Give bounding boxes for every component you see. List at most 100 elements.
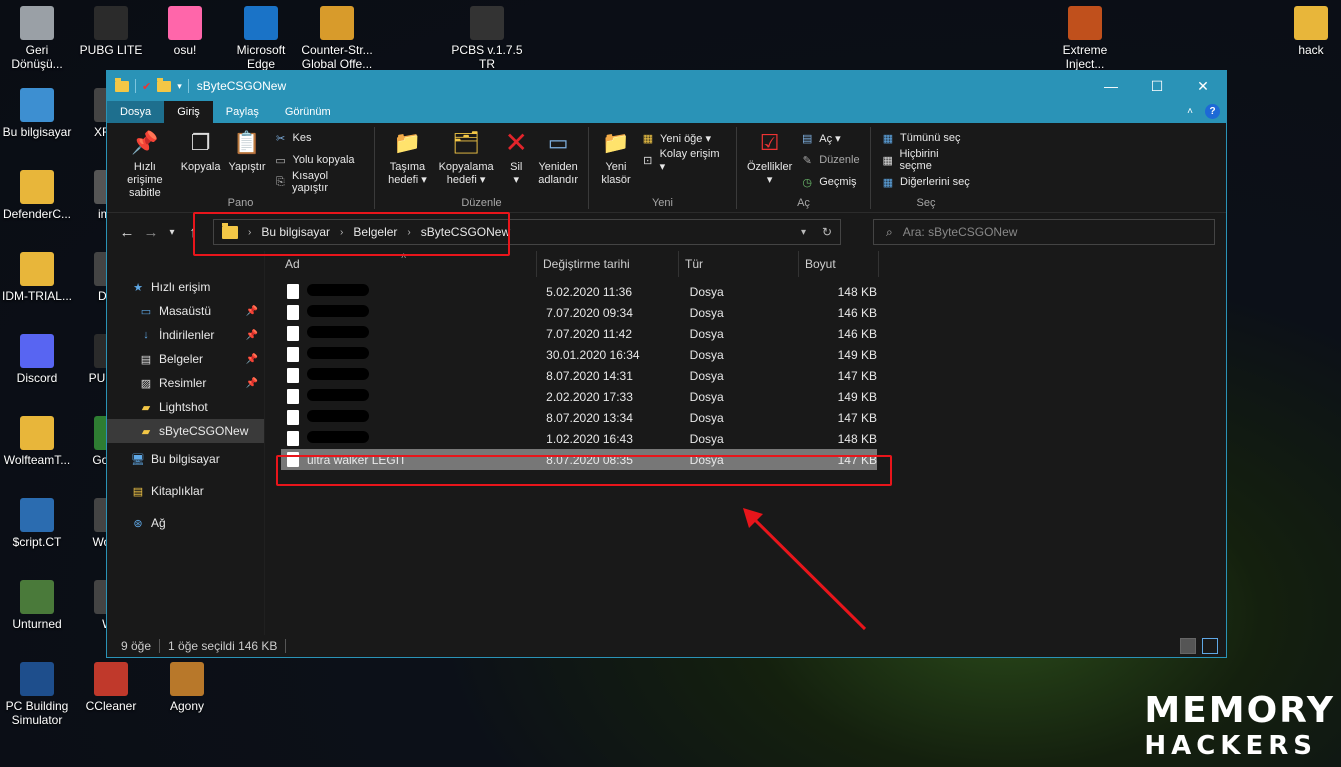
nav-quick-access-label: Hızlı erişim xyxy=(151,280,211,294)
file-row[interactable]: 5.02.2020 11:36 Dosya 148 KB xyxy=(281,281,877,302)
nav-quick-item[interactable]: ▰ Lightshot xyxy=(107,395,264,419)
desktop-osu-shortcut[interactable]: osu! xyxy=(148,0,222,57)
folder-icon xyxy=(20,416,54,450)
forward-arrow-icon[interactable]: → xyxy=(139,224,163,241)
file-row[interactable]: 7.07.2020 09:34 Dosya 146 KB xyxy=(281,302,877,323)
file-date: 2.02.2020 17:33 xyxy=(546,389,633,404)
recycle-bin-icon xyxy=(20,6,54,40)
desktop-folder-shortcut[interactable]: IDM-TRIAL... xyxy=(0,246,74,303)
minimize-button[interactable]: — xyxy=(1088,71,1134,101)
customize-toolbar-icon[interactable]: ▾ xyxy=(177,81,182,92)
desktop-injector-shortcut[interactable]: Extreme Inject... xyxy=(1048,0,1122,71)
back-arrow-icon[interactable]: ← xyxy=(115,224,139,241)
nav-quick-item[interactable]: ▤ Belgeler 📌 xyxy=(107,347,264,371)
file-type: Dosya xyxy=(689,368,724,383)
nav-quick-item[interactable]: ▰ sByteCSGONew xyxy=(107,419,264,443)
new-folder-quick-icon[interactable] xyxy=(157,77,172,92)
desktop-edge-shortcut[interactable]: Microsoft Edge xyxy=(224,0,298,71)
desktop-ccleaner-shortcut[interactable]: CCleaner xyxy=(74,656,148,713)
pc-building-icon xyxy=(20,662,54,696)
file-icon xyxy=(287,284,299,299)
select-none-button[interactable]: ▦ Hiçbirini seçme xyxy=(881,148,971,172)
desktop-pc-building-shortcut[interactable]: PC Building Simulator xyxy=(0,656,74,727)
divider xyxy=(159,639,161,653)
group-label-select: Seç xyxy=(916,197,936,209)
computer-icon xyxy=(20,88,54,122)
agony-icon xyxy=(170,662,204,696)
refresh-icon[interactable]: ↻ xyxy=(822,225,832,239)
nav-quick-item-label: Masaüstü xyxy=(159,304,212,318)
file-row[interactable]: 2.02.2020 17:33 Dosya 149 KB xyxy=(281,386,877,407)
large-icons-view-button[interactable] xyxy=(1202,638,1218,654)
history-button[interactable]: ◷ Geçmiş xyxy=(800,173,859,191)
desktop-agony-shortcut[interactable]: Agony xyxy=(150,656,224,713)
nav-libraries[interactable]: ▤ Kitaplıklar xyxy=(107,479,264,503)
paste-shortcut-button[interactable]: ⎘ Kısayol yapıştır xyxy=(274,170,364,194)
file-row[interactable]: 8.07.2020 13:34 Dosya 147 KB xyxy=(281,407,877,428)
copy-to-label: Kopyalama hedefi ▾ xyxy=(438,161,494,186)
tab-view[interactable]: Görünüm xyxy=(272,101,344,123)
search-box[interactable]: ⌕ Ara: sByteCSGONew xyxy=(873,219,1215,245)
nav-quick-access[interactable]: ★ Hızlı erişim xyxy=(107,275,264,299)
recent-locations-icon[interactable]: ▾ xyxy=(163,227,181,238)
delete-icon: ✕ xyxy=(504,126,528,158)
scissors-icon: ✂ xyxy=(275,132,286,145)
file-row[interactable]: 7.07.2020 11:42 Dosya 146 KB xyxy=(281,323,877,344)
edit-button[interactable]: ✎ Düzenle xyxy=(800,151,860,169)
desktop-recycle-bin-shortcut[interactable]: Geri Dönüşü... xyxy=(0,0,74,71)
desktop-unturned-shortcut[interactable]: Unturned xyxy=(0,574,74,631)
close-button[interactable]: ✕ xyxy=(1180,71,1226,101)
pin-icon[interactable]: 📌 xyxy=(246,378,258,389)
pin-icon[interactable]: 📌 xyxy=(246,306,258,317)
quick-access-toolbar: ✔ ▾ xyxy=(107,77,189,93)
open-button[interactable]: ▤ Aç ▾ xyxy=(800,129,859,147)
column-size[interactable]: Boyut xyxy=(799,251,879,277)
properties-quick-icon[interactable]: ✔ xyxy=(142,80,151,93)
column-date[interactable]: Değiştirme tarihi xyxy=(537,251,679,277)
help-icon[interactable]: ? xyxy=(1205,104,1220,119)
open-label: Aç ▾ xyxy=(819,132,841,145)
copy-path-button[interactable]: ▭ Yolu kopyala xyxy=(274,151,364,169)
invert-selection-button[interactable]: ▦ Diğerlerini seç xyxy=(881,173,971,191)
select-all-button[interactable]: ▦ Tümünü seç xyxy=(881,129,971,147)
desktop-pubg-shortcut[interactable]: PUBG LITE xyxy=(74,0,148,57)
nav-network[interactable]: ⊛ Ağ xyxy=(107,511,264,535)
desktop-folder-shortcut[interactable]: WolfteamT... xyxy=(0,410,74,467)
cut-button[interactable]: ✂ Kes xyxy=(274,129,364,147)
pin-icon[interactable]: 📌 xyxy=(246,330,258,341)
desktop-folder-shortcut[interactable]: hack xyxy=(1274,0,1341,57)
nav-quick-item[interactable]: ▨ Resimler 📌 xyxy=(107,371,264,395)
new-item-button[interactable]: ▦ Yeni öğe ▾ xyxy=(641,129,726,147)
desktop-folder-shortcut[interactable]: DefenderC... xyxy=(0,164,74,221)
file-icon xyxy=(287,431,299,446)
redacted-file-name xyxy=(307,431,546,446)
desktop-icon-label: IDM-TRIAL... xyxy=(1,289,72,303)
watermark-line1: MEMORY xyxy=(1144,690,1335,731)
desktop-csgo-shortcut[interactable]: Counter-Str... Global Offe... xyxy=(300,0,374,71)
tab-share[interactable]: Paylaş xyxy=(213,101,272,123)
tab-file[interactable]: Dosya xyxy=(107,101,165,123)
file-row[interactable]: 30.01.2020 16:34 Dosya 149 KB xyxy=(281,344,877,365)
column-type[interactable]: Tür xyxy=(679,251,799,277)
copy-label: Kopyala xyxy=(180,161,221,173)
desktop-cheat-engine-shortcut[interactable]: $cript.CT xyxy=(0,492,74,549)
nav-quick-item[interactable]: ▭ Masaüstü 📌 xyxy=(107,299,264,323)
maximize-button[interactable]: ☐ xyxy=(1134,71,1180,101)
easy-access-button[interactable]: ⊡ Kolay erişim ▾ xyxy=(641,148,726,173)
file-size: 147 KB xyxy=(837,410,877,425)
details-view-button[interactable] xyxy=(1180,638,1196,654)
move-to-icon: 📁 xyxy=(393,129,422,155)
new-folder-icon: 📁 xyxy=(602,129,630,155)
desktop-computer-shortcut[interactable]: Bu bilgisayar xyxy=(0,82,74,139)
pin-icon[interactable]: 📌 xyxy=(246,354,258,365)
folder-icon xyxy=(115,77,129,92)
collapse-ribbon-icon[interactable]: ˄ xyxy=(1187,106,1193,117)
nav-this-pc[interactable]: 🖥 Bu bilgisayar xyxy=(107,447,264,471)
file-size: 147 KB xyxy=(837,368,877,383)
file-row[interactable]: 1.02.2020 16:43 Dosya 148 KB xyxy=(281,428,877,449)
desktop-discord-shortcut[interactable]: Discord xyxy=(0,328,74,385)
file-row[interactable]: 8.07.2020 14:31 Dosya 147 KB xyxy=(281,365,877,386)
address-dropdown-icon[interactable]: ▾ xyxy=(801,227,806,238)
tab-home[interactable]: Giriş xyxy=(164,101,213,123)
nav-quick-item[interactable]: ↓ İndirilenler 📌 xyxy=(107,323,264,347)
